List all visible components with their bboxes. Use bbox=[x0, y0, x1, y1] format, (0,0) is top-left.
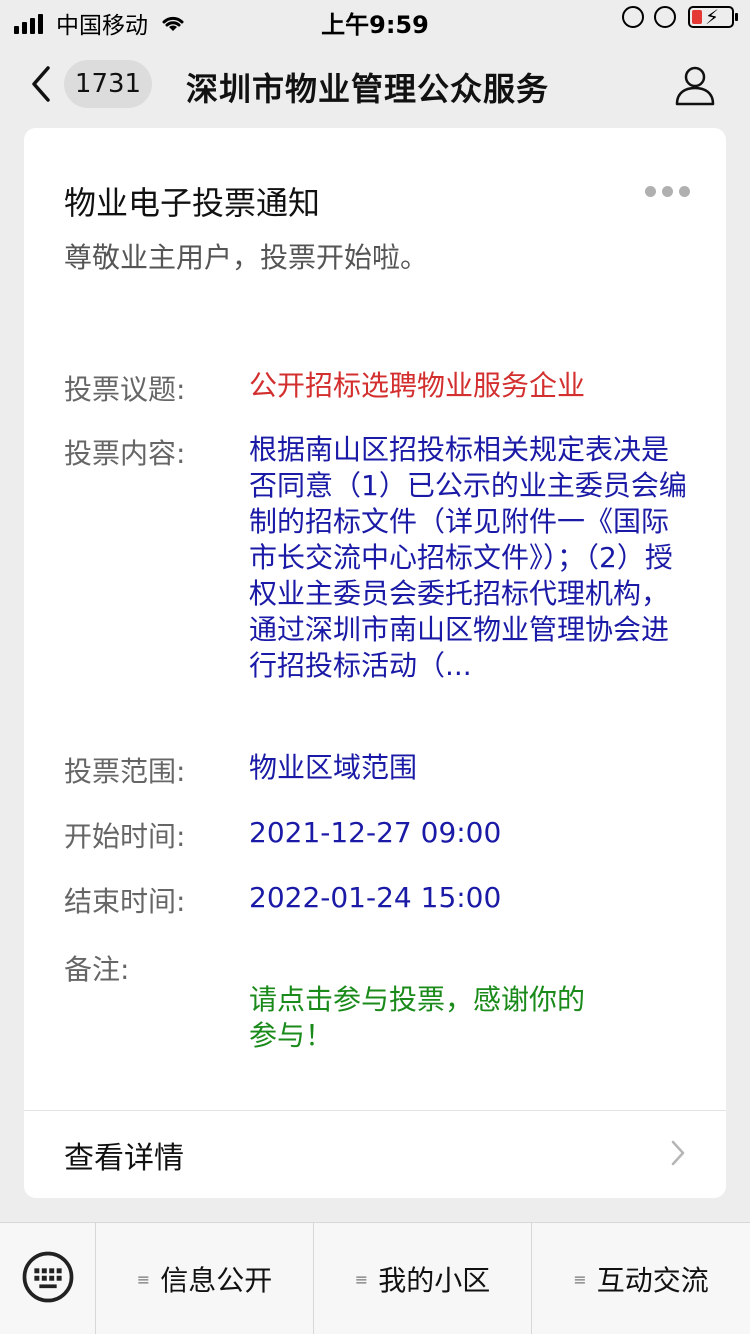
page-title: 深圳市物业管理公众服务 bbox=[186, 70, 550, 108]
menu-item-my-community[interactable]: ≡ 我的小区 bbox=[314, 1223, 532, 1334]
view-details-label: 查看详情 bbox=[64, 1141, 184, 1176]
field-label: 投票内容: bbox=[64, 437, 186, 470]
bottom-menu: ≡ 信息公开 ≡ 我的小区 ≡ 互动交流 bbox=[0, 1222, 750, 1334]
field-label: 结束时间: bbox=[64, 885, 186, 918]
keyboard-icon bbox=[22, 1251, 74, 1303]
field-value: 物业区域范围 bbox=[249, 751, 418, 784]
view-details-link[interactable]: 查看详情 bbox=[24, 1111, 726, 1198]
chevron-right-icon bbox=[671, 1140, 685, 1166]
field-label: 投票议题: bbox=[64, 373, 186, 406]
menu-lines-icon: ≡ bbox=[354, 1269, 369, 1289]
card-subtitle: 尊敬业主用户，投票开始啦。 bbox=[64, 241, 429, 274]
card-title: 物业电子投票通知 bbox=[64, 184, 321, 222]
battery-icon: ⚡ bbox=[688, 5, 738, 29]
nav-bar: 1731 深圳市物业管理公众服务 bbox=[0, 40, 750, 128]
menu-item-label: 我的小区 bbox=[378, 1264, 491, 1297]
field-value: 2021-12-27 09:00 bbox=[249, 816, 502, 849]
person-icon[interactable] bbox=[674, 64, 716, 106]
menu-lines-icon: ≡ bbox=[136, 1269, 151, 1289]
menu-lines-icon: ≡ bbox=[573, 1269, 587, 1289]
menu-item-label: 互动交流 bbox=[596, 1264, 709, 1297]
field-label: 投票范围: bbox=[64, 755, 186, 788]
field-value: 公开招标选聘物业服务企业 bbox=[249, 369, 586, 402]
page: 中国移动 上午9:59 ⚡ 1731 深圳市物业管理公众服务 物业电子投票通知 … bbox=[0, 0, 750, 1334]
menu-item-info-disclosure[interactable]: ≡ 信息公开 bbox=[96, 1223, 314, 1334]
field-value: 2022-01-24 15:00 bbox=[249, 881, 502, 914]
status-right: ⚡ bbox=[612, 5, 738, 29]
menu-item-label: 信息公开 bbox=[160, 1264, 273, 1297]
orientation-lock-icon bbox=[622, 6, 644, 28]
field-label: 开始时间: bbox=[64, 820, 186, 853]
field-value: 请点击参与投票，感谢你的参与！ bbox=[249, 983, 586, 1052]
field-value: 根据南山区招投标相关规定表决是否同意（1）已公示的业主委员会编制的招标文件（详见… bbox=[249, 433, 687, 682]
keyboard-toggle-button[interactable] bbox=[0, 1223, 96, 1334]
status-bar: 中国移动 上午9:59 ⚡ bbox=[0, 0, 750, 40]
template-message-card[interactable]: 物业电子投票通知 尊敬业主用户，投票开始啦。 投票议题: 公开招标选聘物业服务企… bbox=[24, 128, 726, 1198]
alarm-icon bbox=[654, 6, 676, 28]
unread-count-badge[interactable]: 1731 bbox=[64, 60, 152, 108]
menu-item-interaction[interactable]: ≡ 互动交流 bbox=[532, 1223, 750, 1334]
back-chevron-icon[interactable] bbox=[28, 64, 54, 104]
field-label: 备注: bbox=[64, 953, 130, 986]
ellipsis-icon[interactable] bbox=[639, 186, 690, 197]
